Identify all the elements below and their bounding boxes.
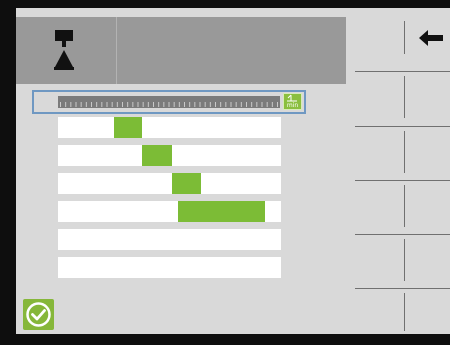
softkey-divider [404,185,405,227]
schedule-segment[interactable] [178,201,266,222]
arrow-left-icon[interactable] [419,30,443,46]
time-unit-label: min [286,102,299,109]
timeline-scale[interactable]: min [32,90,306,114]
softkey-divider [404,76,405,118]
timeline-ticks [60,102,278,107]
schedule-row[interactable] [58,117,281,138]
schedule-row[interactable] [58,173,281,194]
schedule-row[interactable] [58,145,281,166]
softkey-divider [355,234,450,235]
schedule-segment[interactable] [171,173,201,194]
header-bar [16,17,346,84]
softkey-divider [404,293,405,331]
schedule-segment[interactable] [141,145,172,166]
schedule-row[interactable] [58,257,281,278]
time-unit-icon[interactable]: min [283,93,302,110]
schedule-row[interactable] [58,229,281,250]
softkey-divider [404,239,405,281]
schedule-segment[interactable] [113,117,142,138]
softkey-divider [404,131,405,173]
confirm-button[interactable] [23,299,54,330]
tool-position-icon [54,30,74,70]
header-icon-cell[interactable] [16,17,117,84]
softkey-panel [355,8,450,334]
softkey-divider [355,288,450,289]
softkey-divider [355,126,450,127]
screen: min [16,8,450,334]
softkey-divider [404,21,405,54]
softkey-divider [355,71,450,72]
softkey-divider [355,180,450,181]
schedule-row[interactable] [58,201,281,222]
checkmark-circle-icon [26,302,51,327]
